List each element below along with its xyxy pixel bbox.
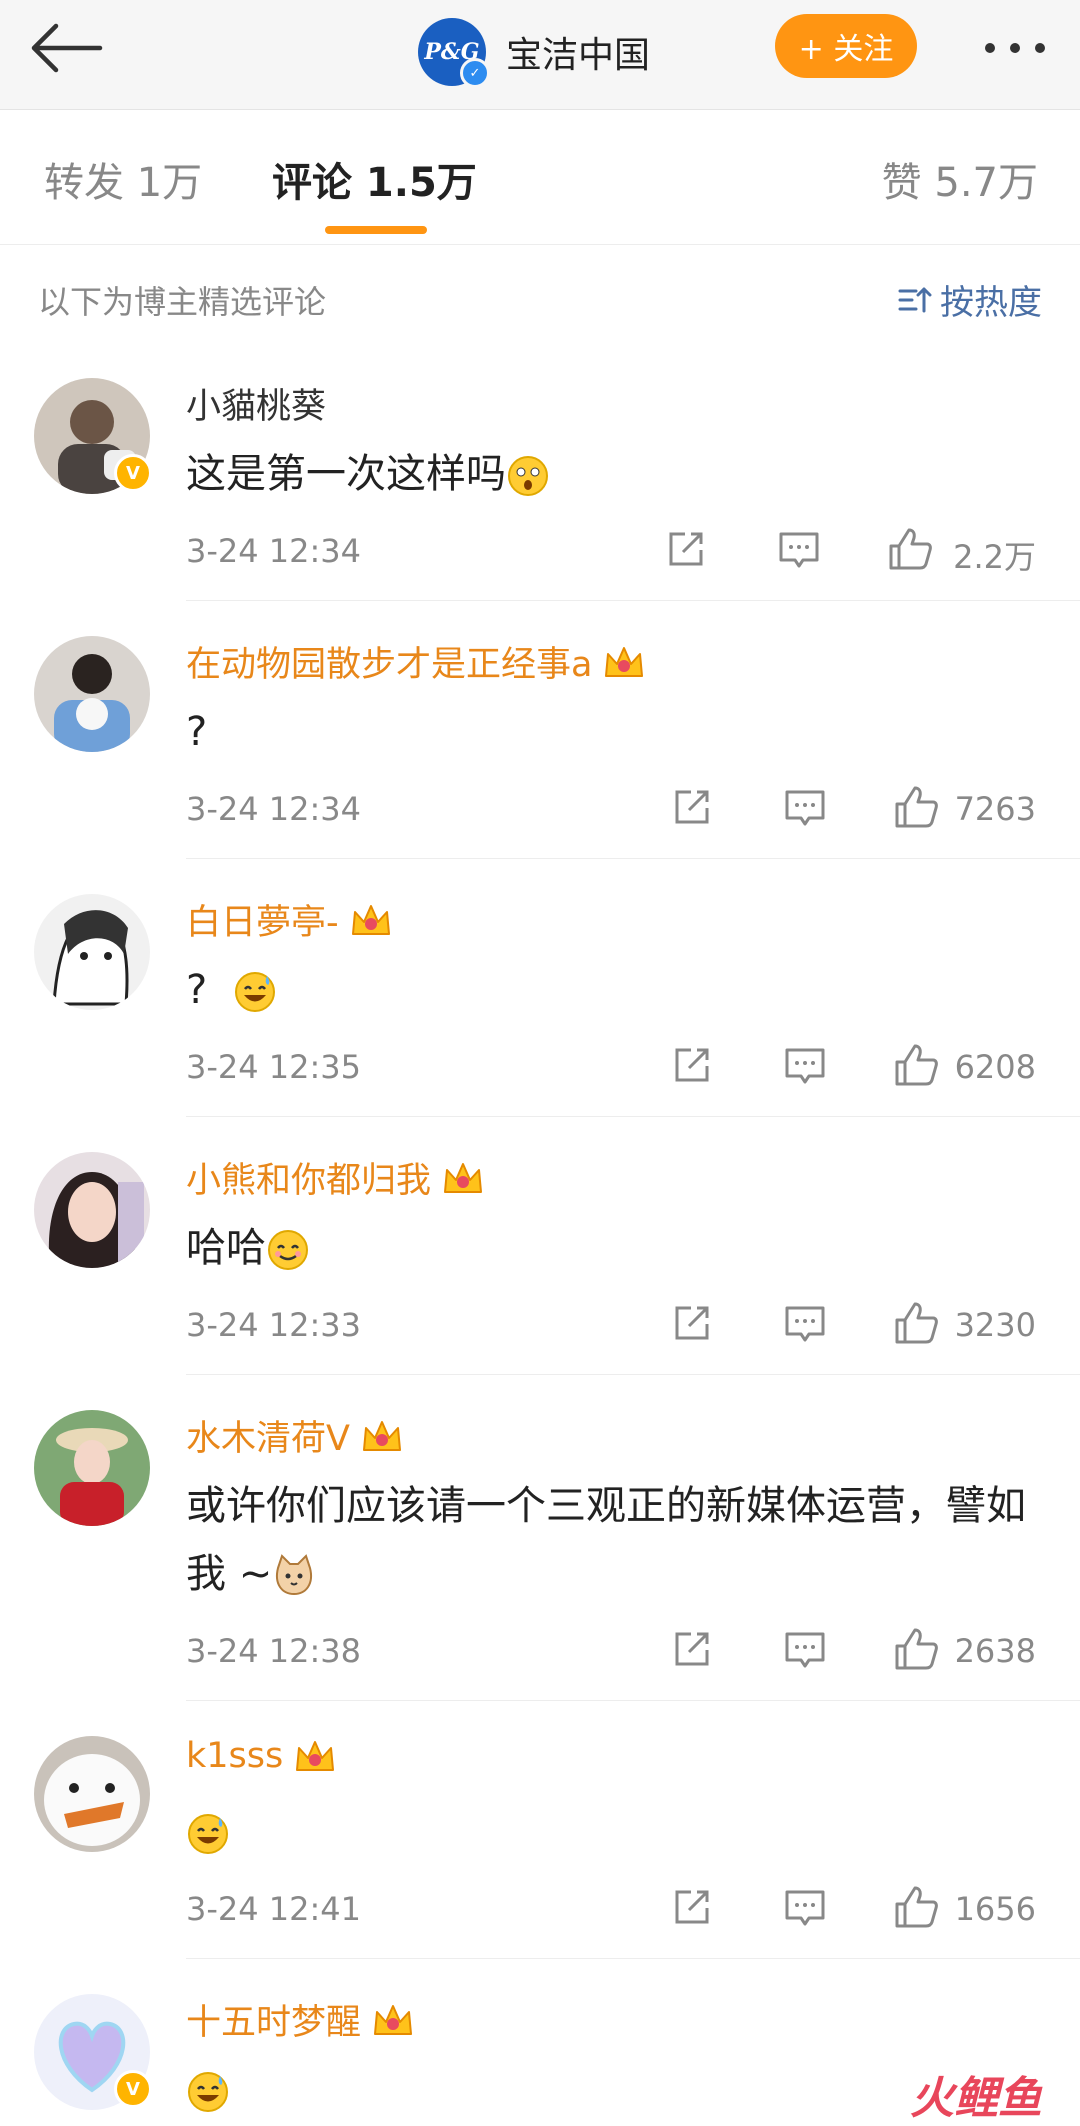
- comment-text: 这是第一次这样吗: [186, 440, 1036, 508]
- comment-username[interactable]: 十五时梦醒: [186, 1994, 415, 2045]
- comment-username[interactable]: 水木清荷V: [186, 1410, 404, 1461]
- curated-notice-row: 以下为博主精选评论 按热度: [0, 245, 1080, 350]
- active-tab-indicator: [325, 226, 427, 234]
- avatar[interactable]: [34, 1736, 150, 1852]
- like-count: 2.2万: [953, 538, 1036, 576]
- comment-time: 3-24 12:33: [186, 1306, 362, 1344]
- like-count: 6208: [954, 1048, 1036, 1086]
- account-header[interactable]: P&G ✓ 宝洁中国: [418, 12, 650, 92]
- share-icon[interactable]: [665, 528, 707, 570]
- smile-emoji-icon: [268, 1230, 308, 1270]
- comment-time: 3-24 12:41: [186, 1890, 362, 1928]
- reply-icon[interactable]: [783, 788, 827, 830]
- comment-time: 3-24 12:34: [186, 790, 362, 828]
- comment-text: 或许你们应该请一个三观正的新媒体运营，譬如我 ~: [186, 1483, 1026, 1597]
- sweat-smile-emoji-icon: [188, 1814, 228, 1854]
- reply-icon[interactable]: [783, 1304, 827, 1346]
- divider: [186, 1958, 1080, 1959]
- comment-username[interactable]: 小貓桃葵: [186, 378, 326, 429]
- reply-icon[interactable]: [783, 1888, 827, 1930]
- avatar[interactable]: [34, 636, 150, 752]
- divider: [186, 1374, 1080, 1375]
- brand-name[interactable]: 宝洁中国: [506, 26, 650, 78]
- sort-button[interactable]: 按热度: [898, 275, 1042, 324]
- comment-time: 3-24 12:35: [186, 1048, 362, 1086]
- sweat-smile-emoji-icon: [188, 2072, 228, 2112]
- avatar[interactable]: [34, 1152, 150, 1268]
- top-bar: P&G ✓ 宝洁中国 + 关注: [0, 0, 1080, 110]
- comment-item: V 小貓桃葵 这是第一次这样吗 3-24 12:34 2.2万: [0, 378, 1080, 600]
- like-count: 7263: [954, 790, 1036, 828]
- comment-time: 3-24 12:34: [186, 532, 362, 570]
- comment-username[interactable]: k1sss: [186, 1736, 337, 1776]
- curated-notice: 以下为博主精选评论: [38, 283, 327, 321]
- sort-label: 按热度: [940, 283, 1042, 323]
- like-count: 2638: [954, 1632, 1036, 1670]
- share-icon[interactable]: [671, 1302, 713, 1344]
- like-icon[interactable]: [887, 526, 933, 572]
- comment-item: k1sss 3-24 12:41 1656: [0, 1736, 1080, 1958]
- comment-item: 在动物园散步才是正经事a ? 3-24 12:34 7263: [0, 636, 1080, 858]
- like-count: 1656: [954, 1890, 1036, 1928]
- like-icon[interactable]: [893, 1626, 939, 1672]
- share-icon[interactable]: [671, 1886, 713, 1928]
- vip-crown-icon: [444, 1162, 483, 1193]
- surprised-emoji-icon: [508, 456, 548, 496]
- comment-item: 小熊和你都归我 哈哈 3-24 12:33 3230: [0, 1152, 1080, 1374]
- divider: [186, 1700, 1080, 1701]
- reply-icon[interactable]: [783, 1630, 827, 1672]
- tab-likes[interactable]: 赞 5.7万: [882, 150, 1038, 208]
- comment-username[interactable]: 白日夢亭-: [186, 894, 393, 945]
- verified-badge-icon: V: [114, 2070, 152, 2108]
- like-icon[interactable]: [893, 1300, 939, 1346]
- like-count: 3230: [954, 1306, 1036, 1344]
- sort-icon: [898, 287, 932, 312]
- verified-badge-icon: V: [114, 454, 152, 492]
- comment-time: 3-24 12:38: [186, 1632, 362, 1670]
- avatar[interactable]: V: [34, 378, 152, 494]
- avatar[interactable]: V: [34, 1994, 152, 2110]
- share-icon[interactable]: [671, 1628, 713, 1670]
- brand-avatar[interactable]: P&G ✓: [418, 18, 490, 88]
- vip-crown-icon: [296, 1741, 335, 1771]
- more-options-icon[interactable]: [980, 28, 1050, 68]
- like-icon[interactable]: [893, 784, 939, 830]
- reply-icon[interactable]: [783, 1046, 827, 1088]
- comment-text: ?: [186, 956, 1036, 1024]
- tab-bar: 转发 1万 评论 1.5万 赞 5.7万: [0, 110, 1080, 245]
- avatar[interactable]: [34, 1410, 150, 1526]
- comment-text: [186, 2056, 1036, 2124]
- divider: [186, 858, 1080, 859]
- comment-text: [186, 1798, 1036, 1866]
- vip-crown-icon: [374, 2004, 413, 2035]
- like-icon[interactable]: [893, 1884, 939, 1930]
- verified-icon: ✓: [460, 58, 490, 88]
- cat-emoji-icon: [276, 1554, 313, 1596]
- vip-crown-icon: [605, 646, 644, 677]
- comment-item: 白日夢亭- ? 3-24 12:35 6208: [0, 894, 1080, 1116]
- vip-crown-icon: [351, 904, 390, 935]
- back-arrow-icon[interactable]: [26, 20, 106, 76]
- comment-text: 哈哈: [186, 1214, 1036, 1282]
- comment-username[interactable]: 在动物园散步才是正经事a: [186, 636, 646, 687]
- divider: [186, 1116, 1080, 1117]
- comment-item: 水木清荷V 或许你们应该请一个三观正的新媒体运营，譬如我 ~ 3-24 12:3…: [0, 1410, 1080, 1700]
- avatar[interactable]: [34, 894, 150, 1010]
- comment-username[interactable]: 小熊和你都归我: [186, 1152, 485, 1203]
- reply-icon[interactable]: [777, 530, 821, 572]
- tab-comments[interactable]: 评论 1.5万: [272, 150, 477, 208]
- like-icon[interactable]: [893, 1042, 939, 1088]
- sweat-smile-emoji-icon: [234, 972, 275, 1012]
- tab-reposts[interactable]: 转发 1万: [44, 150, 202, 208]
- share-icon[interactable]: [671, 786, 713, 828]
- comment-text: ?: [186, 709, 208, 755]
- vip-crown-icon: [362, 1420, 401, 1451]
- follow-button[interactable]: + 关注: [775, 14, 917, 78]
- divider: [186, 600, 1080, 601]
- watermark: 火鲤鱼: [910, 2073, 1042, 2124]
- share-icon[interactable]: [671, 1044, 713, 1086]
